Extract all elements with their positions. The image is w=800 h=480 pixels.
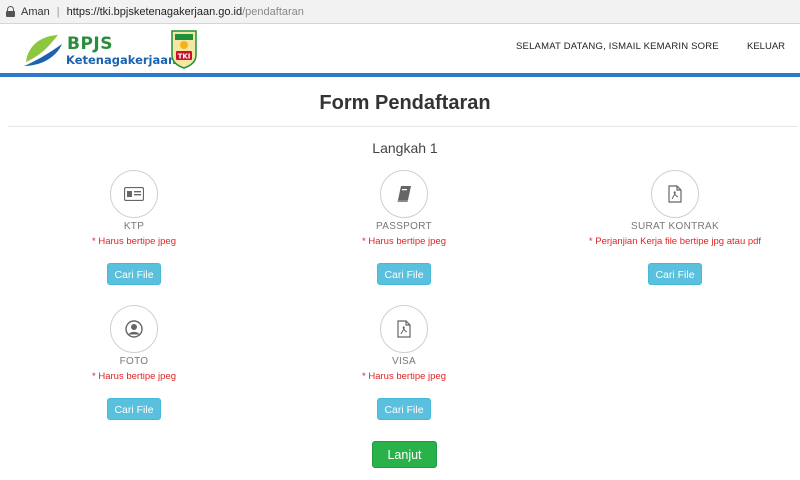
id-card-icon <box>110 170 158 218</box>
upload-field-foto: FOTO * Harus bertipe jpeg Cari File <box>19 305 249 420</box>
upload-field-ktp: KTP * Harus bertipe jpeg Cari File <box>19 170 249 285</box>
field-label: KTP <box>123 221 145 232</box>
field-label: PASSPORT <box>376 221 432 232</box>
brand-line2: Ketenagakerjaan <box>66 53 177 67</box>
url-host[interactable]: https://tki.bpjsketenagakerjaan.go.id <box>67 6 243 18</box>
header-accent-bar <box>0 73 800 77</box>
url-path[interactable]: /pendaftaran <box>242 6 304 18</box>
svg-text:TKI: TKI <box>178 53 191 61</box>
browse-file-button-visa[interactable]: Cari File <box>377 398 431 420</box>
page-title: Form Pendaftaran <box>319 92 491 114</box>
address-separator: | <box>56 5 60 18</box>
title-divider <box>8 126 798 127</box>
tki-program-badge: TKI <box>170 29 198 69</box>
site-header: BPJS Ketenagakerjaan TKI SELAMAT DATANG,… <box>0 25 800 73</box>
browse-file-button-ktp[interactable]: Cari File <box>107 263 161 285</box>
continue-button[interactable]: Lanjut <box>372 441 437 468</box>
field-label: SURAT KONTRAK <box>631 221 719 232</box>
bpjs-logo[interactable]: BPJS Ketenagakerjaan <box>22 30 176 70</box>
field-label: VISA <box>392 356 416 367</box>
user-icon <box>110 305 158 353</box>
pdf-icon <box>651 170 699 218</box>
browse-file-button-foto[interactable]: Cari File <box>107 398 161 420</box>
welcome-text: SELAMAT DATANG, ISMAIL KEMARIN SORE <box>516 41 719 52</box>
brand-line1: BPJS <box>67 34 113 54</box>
upload-field-surat-kontrak: SURAT KONTRAK * Perjanjian Kerja file be… <box>560 170 790 285</box>
book-icon <box>380 170 428 218</box>
browse-file-button-passport[interactable]: Cari File <box>377 263 431 285</box>
upload-field-passport: PASSPORT * Harus bertipe jpeg Cari File <box>289 170 519 285</box>
field-note: * Harus bertipe jpeg <box>362 371 446 382</box>
field-note: * Harus bertipe jpeg <box>92 236 176 247</box>
secure-label: Aman <box>21 5 50 18</box>
step-indicator: Langkah 1 <box>372 140 438 156</box>
bpjs-leaf-icon <box>24 35 62 66</box>
pdf-icon <box>380 305 428 353</box>
browser-address-bar[interactable]: Aman | https://tki.bpjsketenagakerjaan.g… <box>0 0 800 24</box>
browse-file-button-surat-kontrak[interactable]: Cari File <box>648 263 702 285</box>
field-note: * Harus bertipe jpeg <box>362 236 446 247</box>
field-note: * Harus bertipe jpeg <box>92 371 176 382</box>
field-note: * Perjanjian Kerja file bertipe jpg atau… <box>588 236 762 247</box>
field-label: FOTO <box>119 356 149 367</box>
upload-field-visa: VISA * Harus bertipe jpeg Cari File <box>289 305 519 420</box>
logout-link[interactable]: KELUAR <box>747 41 785 52</box>
lock-icon <box>6 6 15 17</box>
